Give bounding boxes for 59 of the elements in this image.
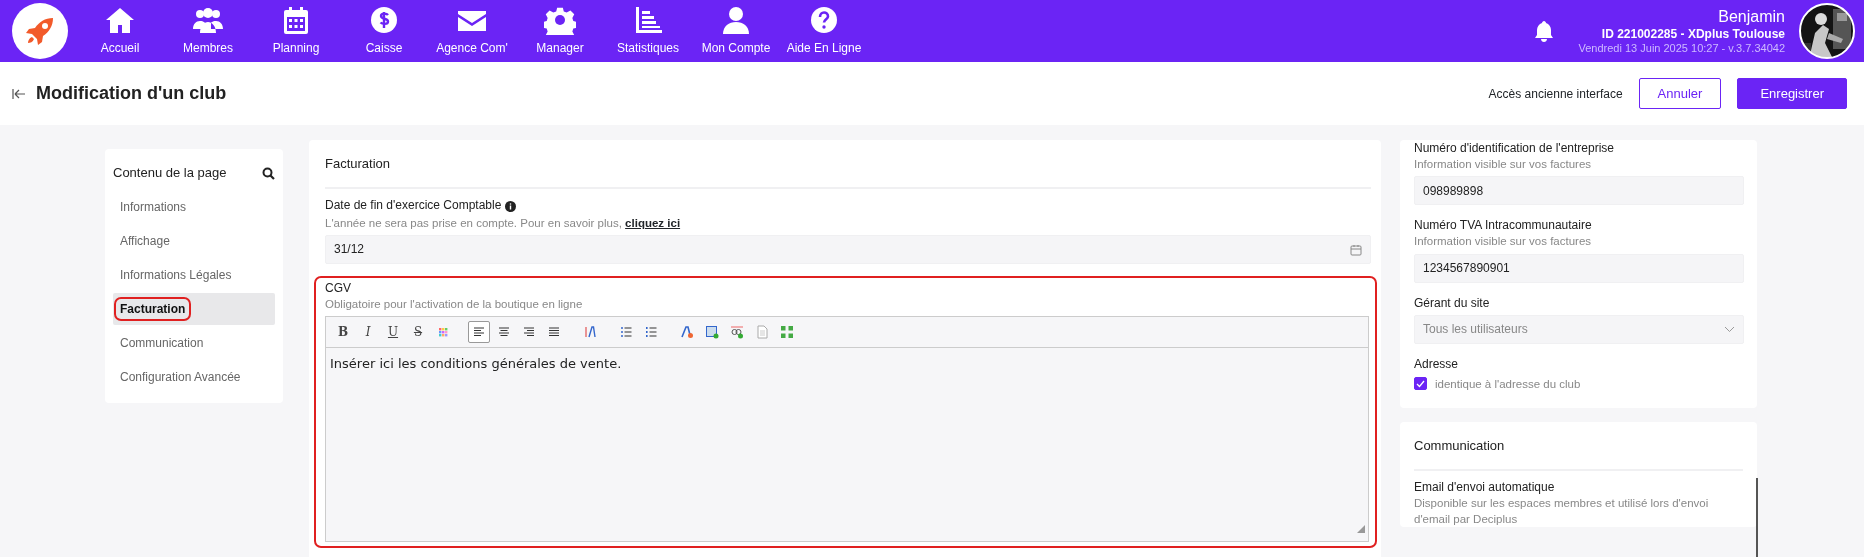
text-field[interactable]: 098989898 bbox=[1414, 176, 1744, 206]
field-label: Email d'envoi automatique bbox=[1414, 478, 1556, 495]
field-label: Numéro TVA Intracommunautaire bbox=[1414, 217, 1593, 234]
old-interface-link[interactable]: Accès ancienne interface bbox=[1488, 84, 1623, 103]
nav-item[interactable]: Manager bbox=[516, 5, 604, 57]
sidebar-title: Contenu de la page bbox=[113, 164, 227, 182]
chevron-down-icon bbox=[1724, 325, 1735, 333]
checkbox[interactable] bbox=[1414, 377, 1427, 391]
sidebar-item[interactable]: Informations bbox=[113, 190, 275, 223]
underline-button[interactable]: U bbox=[382, 320, 404, 343]
strikethrough-button[interactable]: S bbox=[407, 320, 429, 343]
nav-item[interactable]: Agence Com' bbox=[428, 5, 516, 57]
person-icon bbox=[720, 5, 752, 35]
bell-icon[interactable] bbox=[1534, 20, 1555, 42]
select-field[interactable]: Tous les utilisateurs bbox=[1414, 314, 1744, 344]
user-name: Benjamin bbox=[1717, 6, 1785, 27]
scrollbar-thumb[interactable] bbox=[1756, 478, 1758, 557]
nav-item[interactable]: Membres bbox=[164, 5, 252, 57]
checkbox-label: identique à l'adresse du club bbox=[1435, 376, 1581, 392]
sidebar-item[interactable]: Facturation bbox=[113, 292, 275, 325]
field-hint: Information visible sur vos factures bbox=[1414, 157, 1593, 173]
cancel-button[interactable]: Annuler bbox=[1638, 77, 1722, 110]
nav-item[interactable]: Planning bbox=[252, 5, 340, 57]
help-icon bbox=[808, 5, 840, 35]
field-hint: Disponible sur les espaces membres et utilisé lors d'envoi d'email par Deciplus bbox=[1414, 495, 1710, 527]
nav-item[interactable]: Mon Compte bbox=[692, 5, 780, 57]
field-label: CGV bbox=[325, 279, 352, 296]
home-icon bbox=[104, 5, 136, 35]
people-icon bbox=[192, 5, 224, 35]
gear-icon bbox=[544, 5, 576, 35]
editor-field[interactable]: Insérer ici les conditions générales de vente. bbox=[325, 346, 1369, 542]
section-title: Facturation bbox=[325, 140, 1371, 189]
dollar-icon bbox=[368, 5, 400, 35]
field-hint: Information visible sur vos factures bbox=[1414, 234, 1593, 250]
page-title: Modification d'un club bbox=[36, 82, 227, 105]
field-label: Date de fin d'exercice Comptable bbox=[325, 197, 502, 214]
section-title: Communication bbox=[1414, 422, 1743, 471]
align-left-icon[interactable] bbox=[468, 320, 490, 343]
field-hint: Obligatoire pour l'activation de la boutique en ligne bbox=[325, 296, 584, 312]
account-id: ID 221002285 - XDplus Toulouse bbox=[1600, 26, 1785, 42]
sidebar-item[interactable]: Configuration Avancée bbox=[113, 360, 275, 393]
field-label: Gérant du site bbox=[1414, 294, 1491, 311]
save-button[interactable]: Enregistrer bbox=[1737, 77, 1847, 110]
bold-button[interactable]: B bbox=[332, 320, 354, 343]
text-field[interactable]: 1234567890901 bbox=[1414, 253, 1744, 283]
italic-button[interactable]: I bbox=[357, 320, 379, 343]
nav-item[interactable]: Accueil bbox=[76, 5, 164, 57]
field-hint: L'année ne sera pas prise en compte. Pour en savoir plus, cliquez ici bbox=[325, 215, 682, 231]
sidebar-item[interactable]: Informations Légales bbox=[113, 258, 275, 291]
field-label: Adresse bbox=[1414, 355, 1460, 372]
field-label: Numéro d'identification de l'entreprise bbox=[1414, 140, 1616, 157]
sidebar-item[interactable]: Affichage bbox=[113, 224, 275, 257]
date-version: Vendredi 13 Juin 2025 10:27 - v.3.7.34042 bbox=[1578, 41, 1785, 56]
date-field[interactable]: 31/12 bbox=[325, 234, 1371, 264]
nav-item[interactable]: Aide En Ligne bbox=[780, 5, 868, 57]
help-link[interactable]: cliquez ici bbox=[625, 216, 681, 229]
sidebar-item[interactable]: Communication bbox=[113, 326, 275, 359]
nav-item[interactable]: Caisse bbox=[340, 5, 428, 57]
nav-item[interactable]: Statistiques bbox=[604, 5, 692, 57]
